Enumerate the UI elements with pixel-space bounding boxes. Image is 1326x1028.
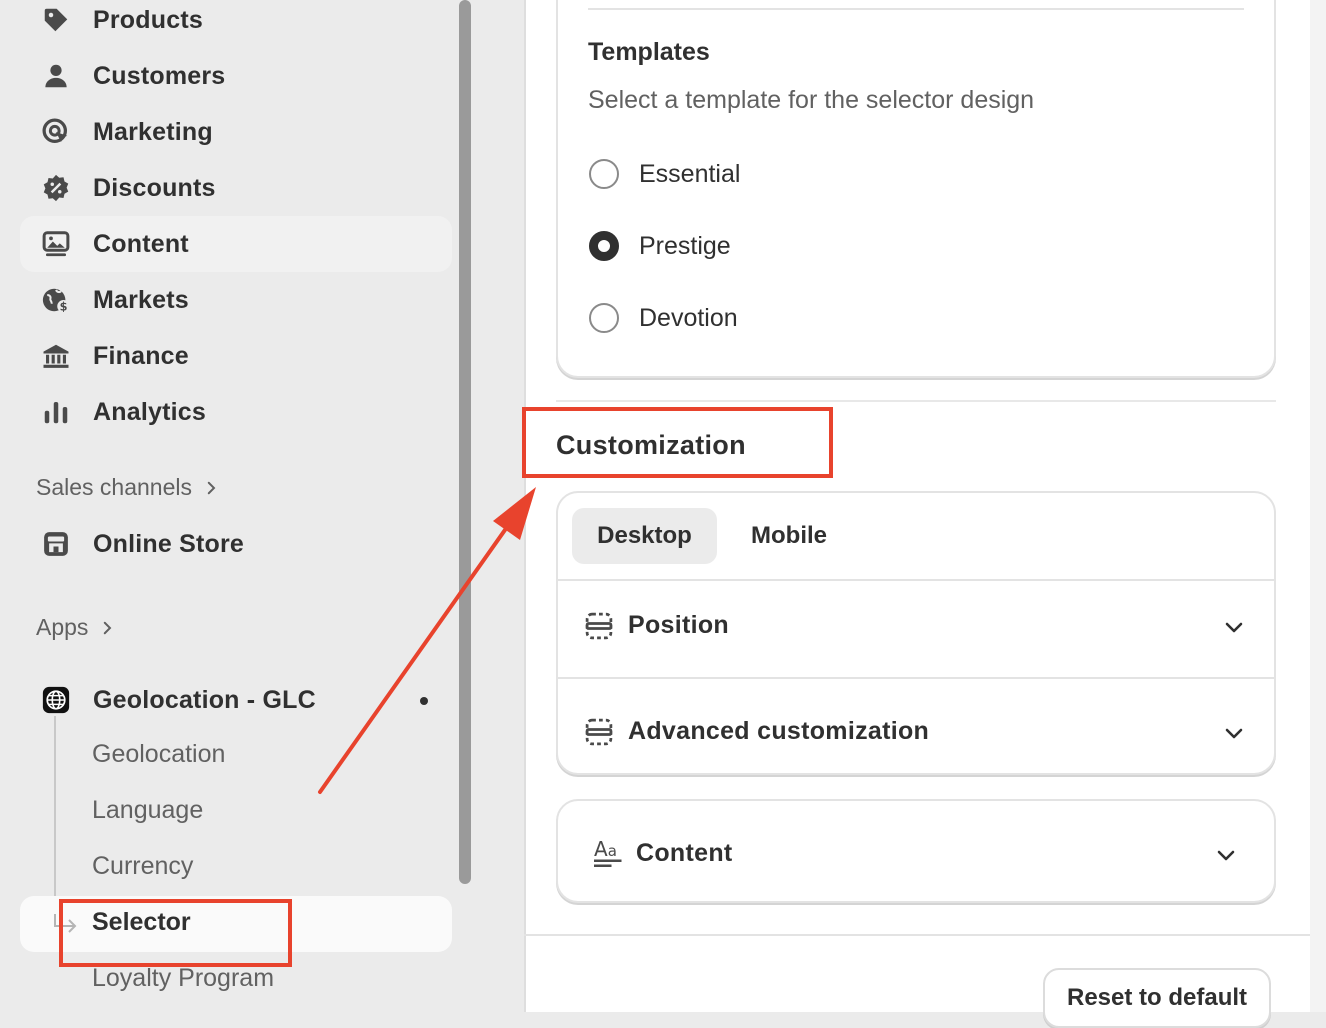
bar-chart-icon — [40, 396, 72, 428]
app-subitem-geolocation[interactable]: Geolocation — [92, 740, 225, 769]
globe-icon: $ — [40, 284, 72, 316]
sidebar-item-label: Products — [93, 5, 203, 34]
template-option-essential[interactable]: Essential — [589, 157, 740, 191]
annotation-box-customization — [522, 407, 833, 478]
text-format-icon: A a — [594, 837, 622, 867]
sidebar-item-label: Customers — [93, 61, 226, 90]
chevron-down-icon — [1225, 622, 1243, 633]
footer-divider — [524, 934, 1310, 936]
store-icon — [40, 528, 72, 560]
radio-label: Prestige — [639, 231, 731, 260]
sales-channels-heading[interactable]: Sales channels — [36, 474, 220, 501]
pin-indicator — [420, 697, 428, 705]
sidebar-item-analytics[interactable]: Analytics — [20, 384, 452, 440]
sales-channels-label: Sales channels — [36, 474, 192, 500]
app-subitem-language[interactable]: Language — [92, 796, 203, 825]
sidebar-item-customers[interactable]: Customers — [20, 48, 452, 104]
sidebar-item-label: Marketing — [93, 117, 213, 146]
app-subitem-currency[interactable]: Currency — [92, 852, 193, 881]
layout-section-icon — [585, 612, 613, 640]
app-name: Geolocation - GLC — [93, 685, 316, 714]
card-separator — [588, 8, 1244, 10]
image-icon — [40, 228, 72, 260]
sidebar-item-content[interactable]: Content — [20, 216, 452, 272]
chevron-down-icon — [1217, 850, 1235, 861]
templates-subtitle: Select a template for the selector desig… — [588, 86, 1035, 114]
sidebar-item-products[interactable]: Products — [20, 0, 452, 48]
svg-text:a: a — [608, 842, 617, 860]
template-option-prestige[interactable]: Prestige — [589, 229, 731, 263]
customization-card: Desktop Mobile Position Advanced customi… — [556, 491, 1276, 775]
person-icon — [40, 60, 72, 92]
sidebar-item-discounts[interactable]: Discounts — [20, 160, 452, 216]
accordion-label: Position — [628, 611, 730, 639]
sidebar-item-label: Markets — [93, 285, 189, 314]
content-card[interactable]: A a Content — [556, 799, 1276, 903]
annotation-box-selector — [59, 899, 292, 967]
sidebar-item-marketing[interactable]: Marketing — [20, 104, 452, 160]
discount-icon — [40, 172, 72, 204]
app-globe-icon — [40, 684, 72, 716]
sidebar-item-markets[interactable]: $ Markets — [20, 272, 452, 328]
accordion-content[interactable]: A a Content — [558, 803, 1274, 899]
template-option-devotion[interactable]: Devotion — [589, 301, 738, 335]
divider — [558, 677, 1274, 679]
svg-text:$: $ — [60, 301, 68, 314]
accordion-label: Advanced customization — [628, 717, 930, 745]
accordion-advanced-customization[interactable]: Advanced customization — [558, 687, 1274, 773]
svg-text:A: A — [594, 837, 608, 861]
page-background — [1310, 0, 1326, 1012]
apps-heading[interactable]: Apps — [36, 614, 116, 641]
accordion-position[interactable]: Position — [558, 581, 1274, 677]
section-divider — [556, 400, 1276, 402]
tree-line — [54, 716, 56, 926]
sidebar-item-label: Content — [93, 229, 189, 258]
chevron-down-icon — [1225, 728, 1243, 739]
tab-mobile[interactable]: Mobile — [734, 508, 844, 564]
layout-section-icon — [585, 718, 613, 746]
sidebar-item-finance[interactable]: Finance — [20, 328, 452, 384]
reset-to-default-button[interactable]: Reset to default — [1043, 968, 1271, 1028]
tab-desktop[interactable]: Desktop — [572, 508, 717, 564]
chevron-right-icon — [104, 621, 112, 634]
chevron-right-icon — [207, 481, 216, 494]
radio-label: Devotion — [639, 303, 738, 332]
tag-icon — [40, 4, 72, 36]
apps-label: Apps — [36, 614, 89, 640]
sidebar-item-app-geolocation-glc[interactable]: Geolocation - GLC — [20, 672, 452, 728]
radio-button[interactable] — [589, 303, 619, 333]
sidebar-item-online-store[interactable]: Online Store — [20, 516, 452, 572]
target-icon — [40, 116, 72, 148]
accordion-label: Content — [636, 839, 733, 867]
sidebar-item-label: Discounts — [93, 173, 216, 202]
radio-button[interactable] — [589, 159, 619, 189]
sidebar-scrollbar[interactable] — [459, 0, 471, 884]
sidebar-item-label: Online Store — [93, 529, 245, 558]
bank-icon — [40, 340, 72, 372]
sidebar-item-label: Finance — [93, 341, 189, 370]
radio-label: Essential — [639, 159, 741, 188]
radio-button-selected[interactable] — [589, 231, 619, 261]
sidebar-item-label: Analytics — [93, 397, 206, 426]
templates-title: Templates — [588, 38, 710, 66]
app-subitem-loyalty-program[interactable]: Loyalty Program — [92, 964, 274, 993]
sidebar: Products Customers Marketing Discounts C… — [0, 0, 476, 1012]
